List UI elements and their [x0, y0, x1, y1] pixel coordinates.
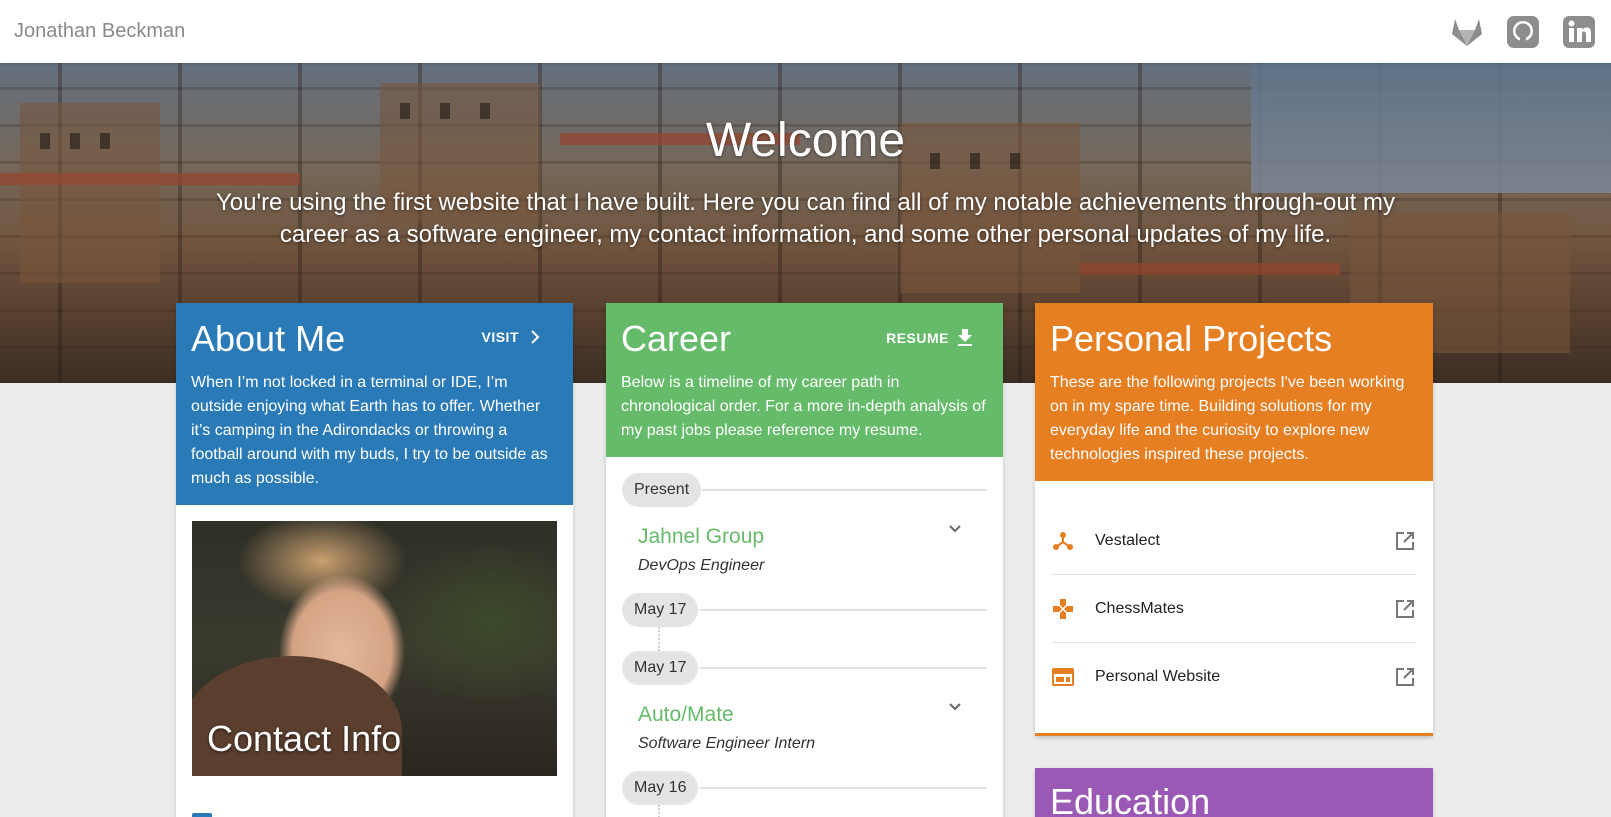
visit-label: VISIT — [481, 329, 519, 345]
job-company: Jahnel Group — [638, 525, 765, 548]
timeline-divider — [700, 609, 987, 611]
projects-description: These are the following projects I've be… — [1050, 374, 1405, 463]
job-company: Auto/Mate — [638, 703, 734, 726]
resume-button[interactable]: RESUME — [886, 329, 973, 347]
project-name: ChessMates — [1095, 599, 1184, 617]
chevron-right-icon — [531, 330, 540, 344]
web-icon — [1051, 665, 1075, 689]
about-me-header: About Me VISIT When I’m not locked in a … — [176, 303, 573, 505]
hub-icon — [1051, 529, 1075, 553]
about-me-description: When I’m not locked in a terminal or IDE… — [191, 374, 548, 487]
project-name: Vestalect — [1095, 531, 1160, 549]
education-title: Education — [1050, 781, 1211, 817]
chevron-down-icon[interactable] — [943, 517, 967, 541]
hero-roof — [1080, 263, 1340, 275]
open-in-new-icon[interactable] — [1393, 529, 1417, 553]
chevron-down-icon[interactable] — [943, 695, 967, 719]
timeline-date-chip: May 16 — [622, 771, 699, 805]
linkedin-icon[interactable] — [1561, 14, 1597, 50]
career-description: Below is a timeline of my career path in… — [621, 374, 986, 439]
career-card: Career RESUME Below is a timeline of my … — [606, 303, 1003, 817]
timeline-divider — [700, 787, 987, 789]
contact-info-caption: Contact Info — [207, 718, 402, 759]
project-item-personal-website[interactable]: Personal Website — [1051, 643, 1417, 711]
timeline-connector — [658, 805, 660, 817]
projects-title: Personal Projects — [1050, 318, 1333, 359]
timeline-date-chip: May 17 — [622, 651, 699, 685]
timeline-divider — [700, 667, 987, 669]
personal-projects-card: Personal Projects These are the followin… — [1035, 303, 1433, 736]
social-links — [1449, 14, 1597, 50]
timeline-date-chip: Present — [622, 473, 702, 507]
timeline-connector — [658, 627, 660, 651]
career-header: Career RESUME Below is a timeline of my … — [606, 303, 1003, 457]
about-me-card: About Me VISIT When I’m not locked in a … — [176, 303, 573, 817]
open-in-new-icon[interactable] — [1393, 597, 1417, 621]
top-bar: Jonathan Beckman — [0, 0, 1611, 63]
project-name: Personal Website — [1095, 668, 1221, 685]
profile-photo: Contact Info — [192, 521, 557, 776]
project-item-vestalect[interactable]: Vestalect — [1051, 507, 1417, 575]
resume-label: RESUME — [886, 330, 949, 346]
gitlab-icon[interactable] — [1449, 14, 1485, 50]
job-role: Software Engineer Intern — [638, 735, 815, 752]
project-list: Vestalect ChessMates Personal Website — [1051, 507, 1417, 711]
project-item-chessmates[interactable]: ChessMates — [1051, 575, 1417, 643]
visit-button[interactable]: VISIT — [481, 329, 543, 345]
github-icon[interactable] — [1505, 14, 1541, 50]
timeline-divider — [702, 489, 987, 491]
gamepad-icon — [1051, 597, 1075, 621]
brand-name[interactable]: Jonathan Beckman — [14, 20, 185, 43]
open-in-new-icon[interactable] — [1393, 665, 1417, 689]
timeline-date-chip: May 17 — [622, 593, 699, 627]
job-role: DevOps Engineer — [638, 557, 765, 574]
education-card: Education — [1035, 768, 1433, 817]
hero-roof — [0, 173, 300, 185]
download-icon — [958, 329, 972, 346]
hero-title: Welcome — [705, 114, 906, 167]
projects-header: Personal Projects These are the followin… — [1035, 303, 1433, 481]
hero-text: You're using the first website that I ha… — [215, 189, 1395, 248]
contact-checkbox-icon[interactable] — [192, 813, 212, 817]
